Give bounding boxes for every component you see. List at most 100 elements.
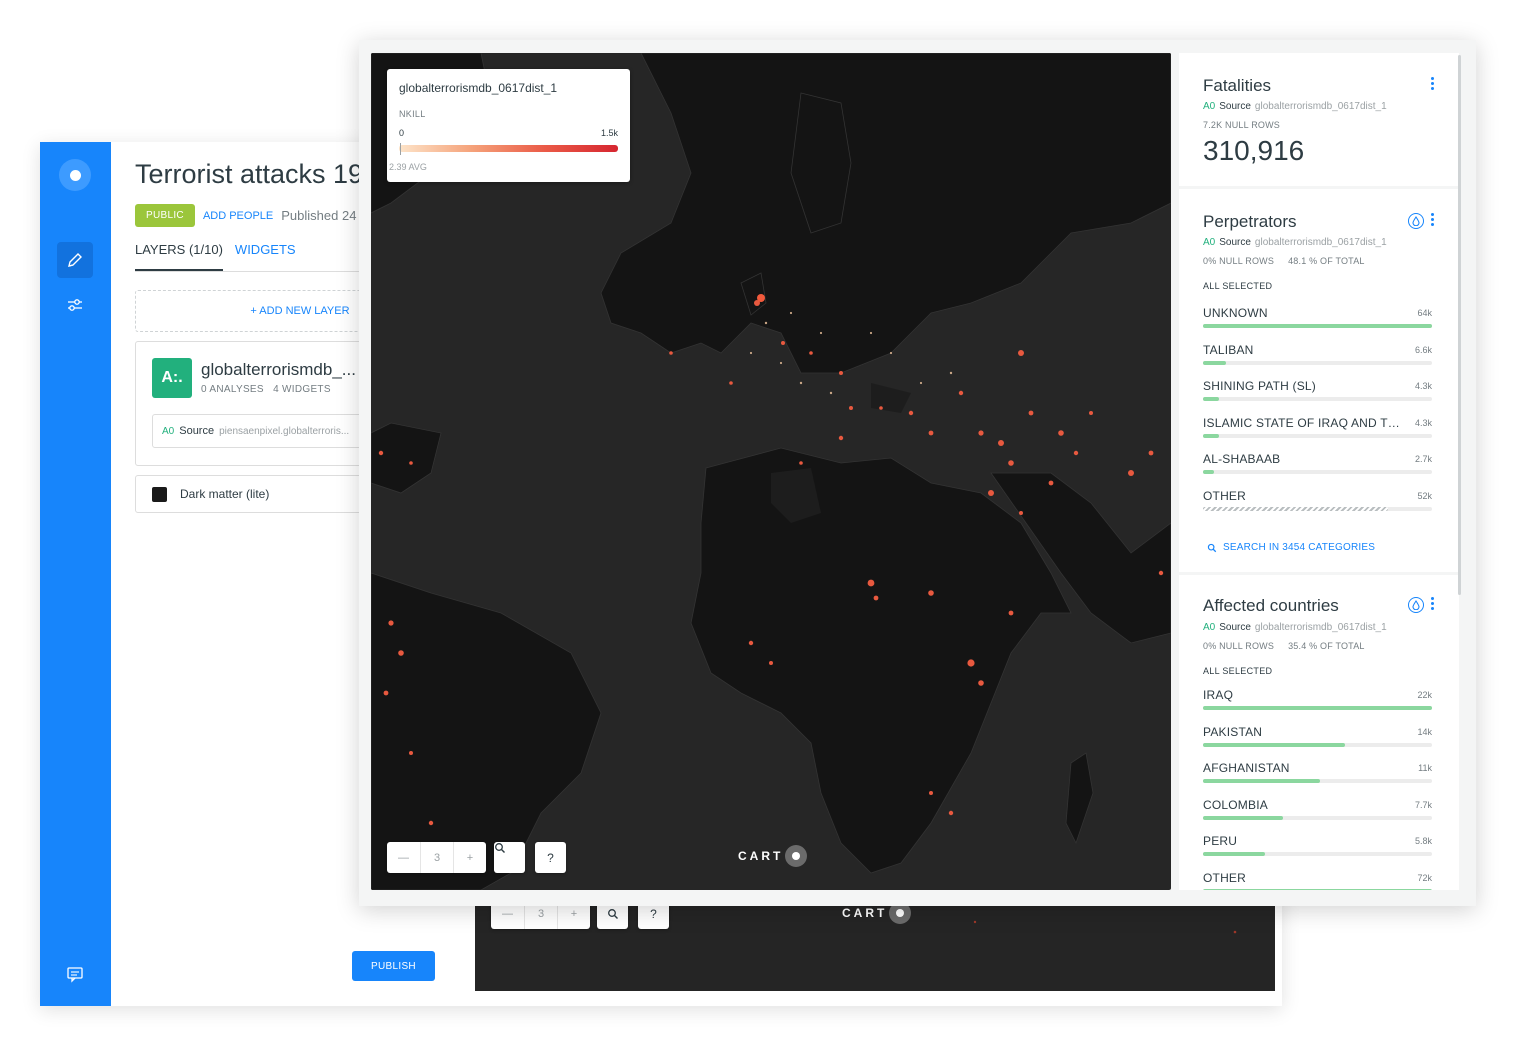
countries-stats: 0% NULL ROWS 35.4 % OF TOTAL [1203,641,1365,651]
category-bar-fill [1203,324,1432,328]
category-value: 22k [1417,690,1432,700]
privacy-badge[interactable]: PUBLIC [135,204,195,227]
search-categories-link[interactable]: SEARCH IN 3454 CATEGORIES [1207,542,1375,553]
countries-source-code: A0 [1203,622,1216,633]
perpetrators-source-code: A0 [1203,237,1216,248]
tab-widgets[interactable]: WIDGETS [235,242,296,271]
legend-avg: 2.39 AVG [389,162,427,172]
sliders-icon[interactable] [57,287,93,323]
category-value: 4.3k [1414,381,1432,391]
perpetrators-menu-icon[interactable] [1431,213,1435,226]
help-button[interactable]: ? [535,842,566,873]
widgets-scrollbar[interactable] [1458,55,1461,595]
carto-o-icon [785,845,808,867]
countries-null-rows: 0% NULL ROWS [1203,641,1275,651]
category-bar-track [1203,742,1432,747]
category-bar-fill [1203,470,1215,474]
category-row[interactable]: OTHER 72k [1203,871,1432,890]
category-name: PERU [1203,834,1238,848]
zoom-level: 3 [420,842,453,873]
layer-name[interactable]: globalterrorismdb_... [201,360,356,380]
category-row[interactable]: SHINING PATH (SL) 4.3k [1203,379,1432,409]
zoom-out-button[interactable]: — [387,842,420,873]
category-bar-fill [1203,742,1345,747]
source-name: piensaenpixel.globalterroris... [219,425,350,437]
fatalities-menu-icon[interactable] [1431,77,1435,90]
fatalities-null-rows: 7.2K NULL ROWS [1203,120,1280,130]
countries-source: A0 Source globalterrorismdb_0617dist_1 [1203,622,1387,633]
chat-icon[interactable] [57,956,93,992]
fatalities-title: Fatalities [1203,76,1272,95]
countries-title: Affected countries [1203,596,1339,615]
layer-avatar: A:. [152,358,192,398]
map-view[interactable]: globalterrorismdb_0617dist_1 NKILL 0 1.5… [371,53,1171,890]
back-carto-wordmark: CART [842,906,888,920]
publish-button[interactable]: PUBLISH [352,951,435,981]
category-bar-track [1203,706,1432,710]
category-row[interactable]: AFGHANISTAN 11k [1203,761,1432,791]
legend-avg-marker [400,143,401,155]
category-row[interactable]: TALIBAN 6.6k [1203,343,1432,373]
fatalities-source-label: Source [1219,101,1251,112]
zoom-control: — 3 + [387,842,486,873]
category-bar-fill [1203,360,1226,365]
countries-source-label: Source [1219,622,1251,633]
category-row[interactable]: PAKISTAN 14k [1203,725,1432,755]
category-row[interactable]: ISLAMIC STATE OF IRAQ AND TH... 4.3k [1203,416,1432,446]
category-row[interactable]: OTHER 52k [1203,489,1432,519]
category-value: 64k [1417,308,1432,318]
map-legend: globalterrorismdb_0617dist_1 NKILL 0 1.5… [387,69,630,182]
search-icon[interactable] [494,842,525,873]
category-name: AL-SHABAAB [1203,452,1281,466]
perpetrators-source: A0 Source globalterrorismdb_0617dist_1 [1203,237,1387,248]
color-drop-icon[interactable] [1408,213,1424,229]
perpetrators-source-name: globalterrorismdb_0617dist_1 [1254,237,1387,248]
category-name: OTHER [1203,488,1246,503]
category-bar-fill [1203,779,1320,783]
category-row[interactable]: PERU 5.8k [1203,834,1432,864]
category-bar-track [1203,852,1432,856]
embed-window: globalterrorismdb_0617dist_1 NKILL 0 1.5… [359,40,1476,906]
category-row[interactable]: IRAQ 22k [1203,688,1432,718]
category-value: 11k [1418,763,1432,773]
legend-max: 1.5k [600,128,618,138]
countries-all-selected[interactable]: ALL SELECTED [1203,666,1272,676]
category-name: COLOMBIA [1203,797,1268,812]
fatalities-value: 310,916 [1203,135,1305,166]
map-meta: PUBLIC ADD PEOPLE Published 24 da [135,204,375,227]
color-drop-icon[interactable] [1408,597,1424,613]
add-people-link[interactable]: ADD PEOPLE [203,210,273,222]
category-bar-track [1203,506,1432,511]
tab-layers[interactable]: LAYERS (1/10) [135,242,223,271]
category-row[interactable]: COLOMBIA 7.7k [1203,798,1432,828]
legend-gradient [399,145,618,152]
carto-logo: CART [738,845,808,867]
perpetrators-all-selected[interactable]: ALL SELECTED [1203,281,1272,291]
category-bar-fill [1203,397,1220,401]
fatalities-source-code: A0 [1203,101,1216,112]
category-value: 2.7k [1414,454,1432,464]
category-value: 5.8k [1414,836,1432,846]
perpetrators-source-label: Source [1219,237,1251,248]
pencil-icon[interactable] [57,242,93,278]
zoom-in-button[interactable]: + [453,842,486,873]
category-bar-track [1203,360,1432,365]
category-row[interactable]: UNKNOWN 64k [1203,306,1432,336]
layer-analyses: 0 ANALYSES [201,384,264,395]
source-code: A0 [162,425,175,437]
widgets-panel[interactable]: Fatalities A0 Source globalterrorismdb_0… [1179,53,1459,890]
map-title[interactable]: Terrorist attacks 19 [135,159,363,190]
category-row[interactable]: AL-SHABAAB 2.7k [1203,452,1432,482]
category-bar-fill [1203,888,1432,890]
perpetrators-widget: Perpetrators A0 Source globalterrorismdb… [1179,189,1459,572]
category-value: 6.6k [1414,344,1432,355]
perpetrators-title: Perpetrators [1203,212,1297,231]
category-name: AFGHANISTAN [1203,761,1290,775]
countries-menu-icon[interactable] [1431,597,1435,610]
basemap-name: Dark matter (lite) [180,487,270,501]
source-label: Source [179,425,215,437]
carto-logo-icon[interactable] [59,159,91,191]
perpetrators-of-total: 48.1 % OF TOTAL [1288,256,1365,266]
layer-stats: 0 ANALYSES 4 WIDGETS [201,384,331,395]
category-name: TALIBAN [1203,342,1254,357]
